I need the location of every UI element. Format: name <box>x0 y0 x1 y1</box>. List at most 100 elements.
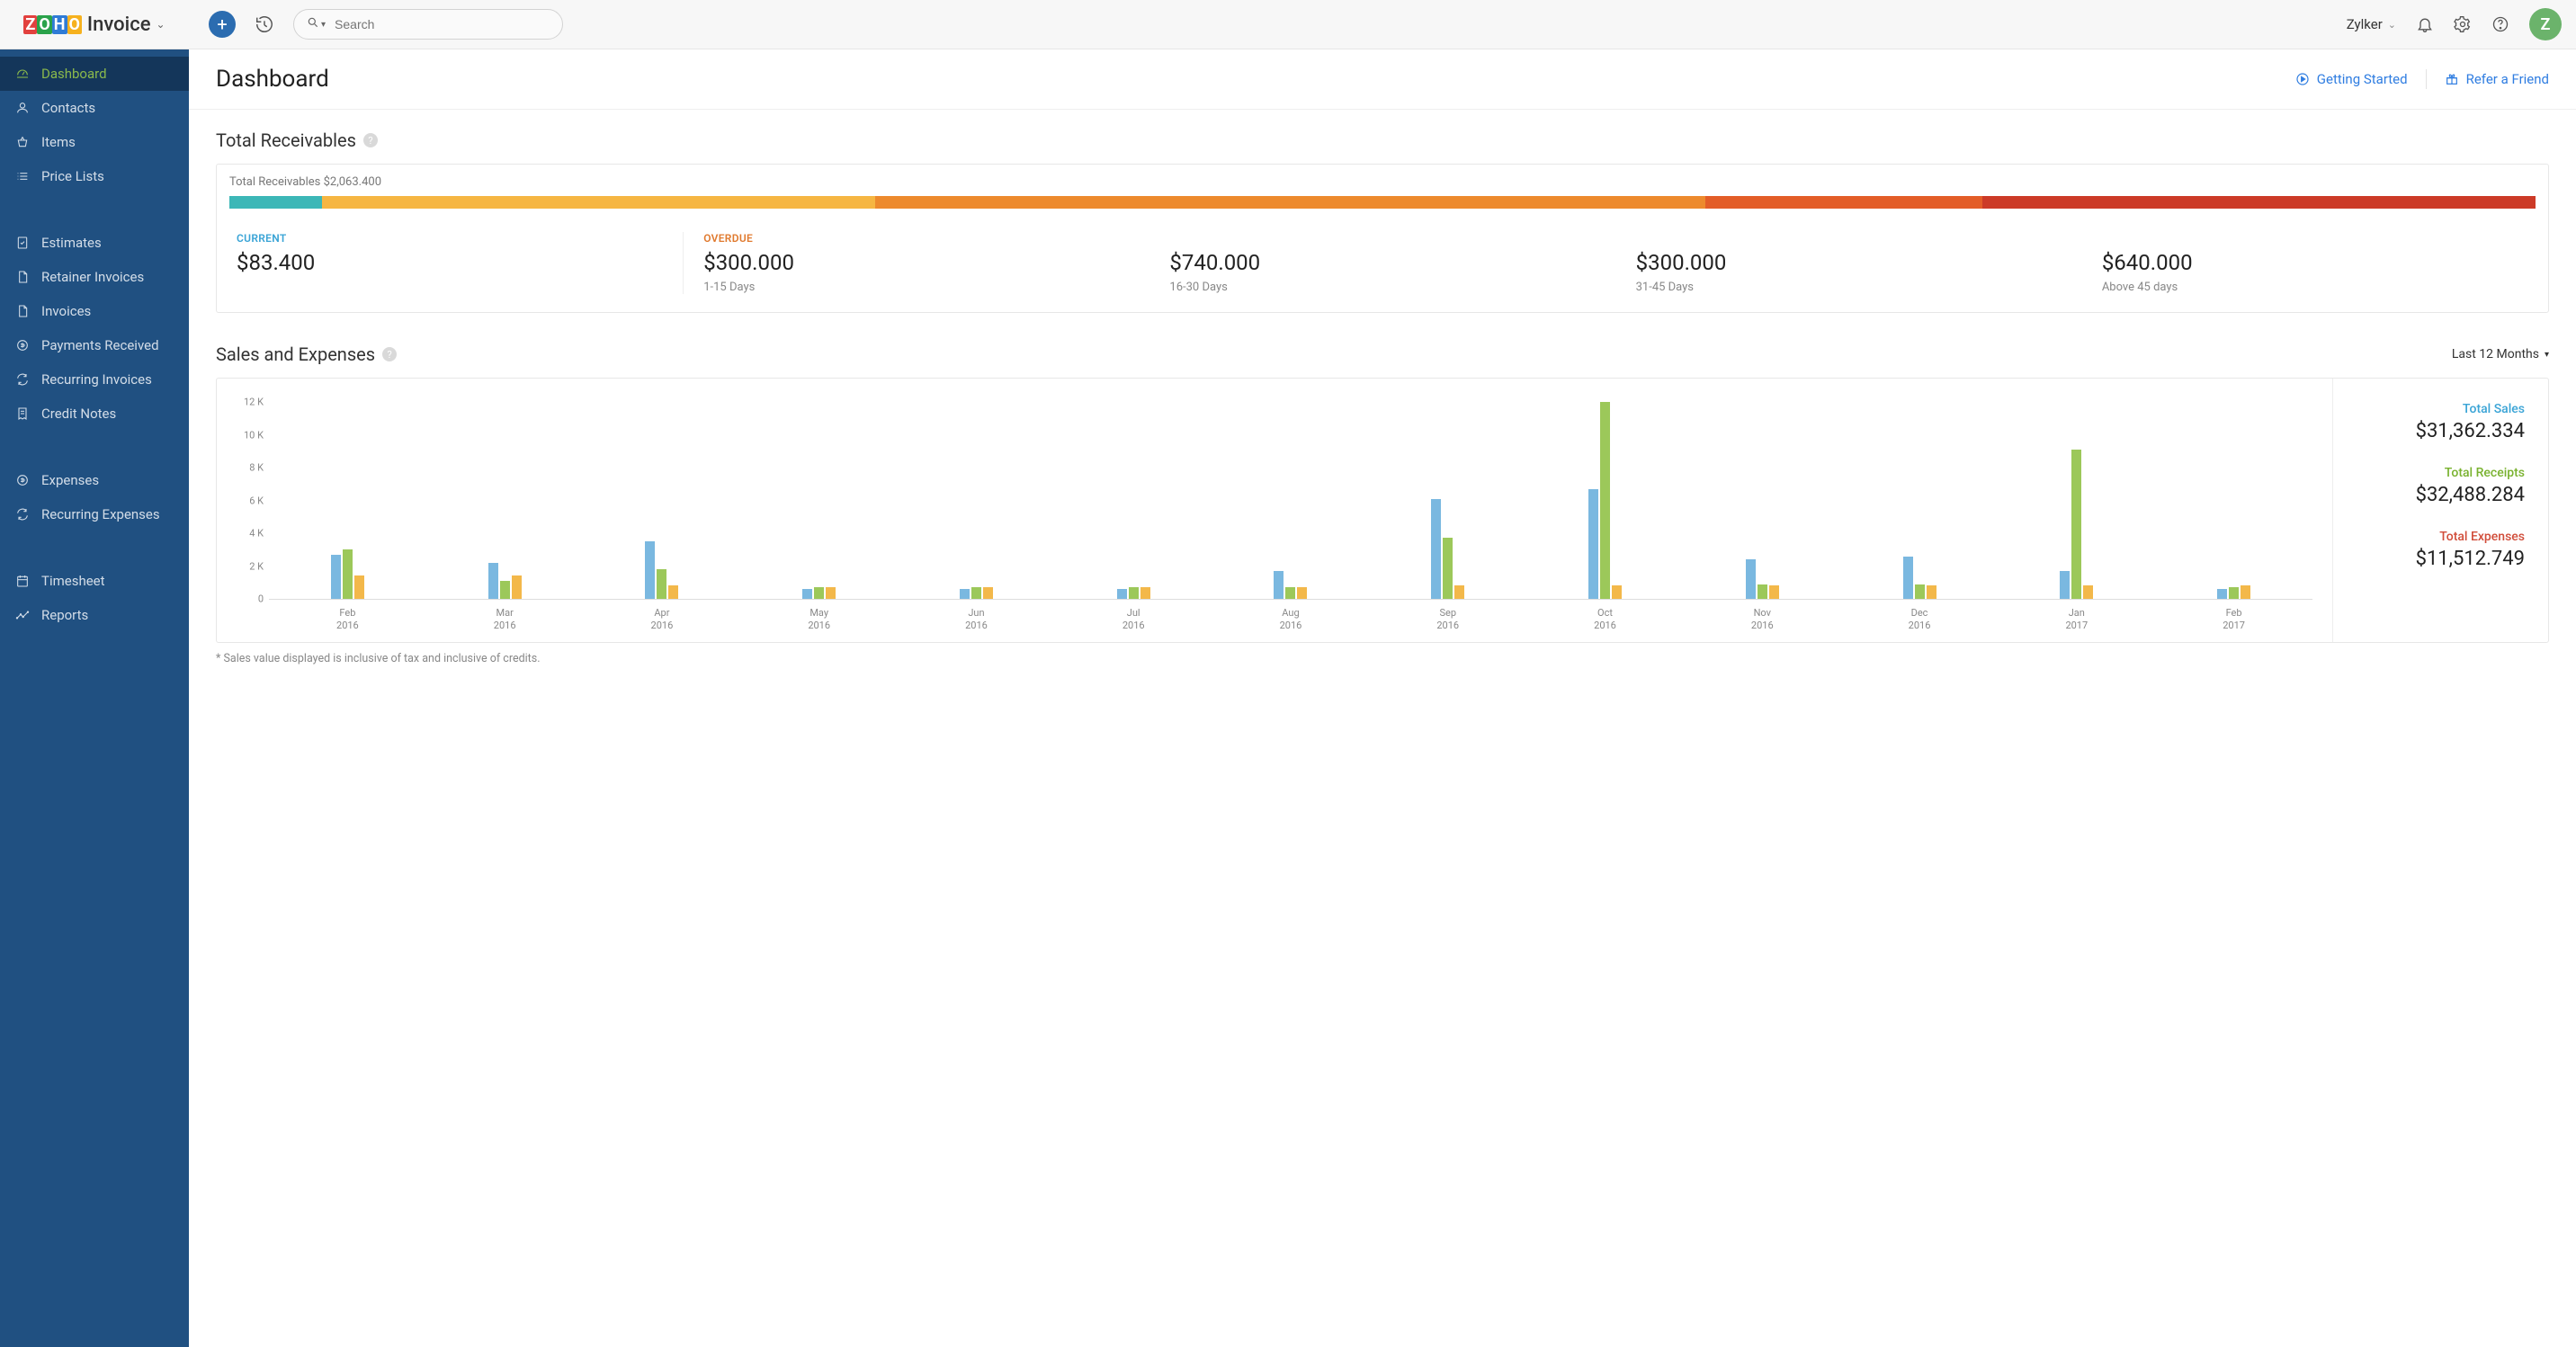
chart-bar-expenses[interactable] <box>1769 585 1779 599</box>
checkdoc-icon <box>14 236 31 250</box>
chart-bar-expenses[interactable] <box>1140 587 1150 599</box>
help-tooltip-icon[interactable]: ? <box>382 347 397 361</box>
date-range-label: Last 12 Months <box>2452 347 2539 361</box>
sidebar-item-label: Items <box>41 134 76 150</box>
chart-bar-sales[interactable] <box>802 589 812 599</box>
chart-bar-expenses[interactable] <box>1297 587 1307 599</box>
chart-bar-sales[interactable] <box>1746 559 1756 599</box>
gift-icon <box>2445 72 2459 86</box>
date-range-selector[interactable]: Last 12 Months ▾ <box>2452 347 2549 361</box>
sidebar-item-items[interactable]: Items <box>0 125 189 159</box>
chart-bar-expenses[interactable] <box>354 575 364 599</box>
chart-bar-expenses[interactable] <box>1927 585 1936 599</box>
sidebar: Dashboard Contacts Items Price Lists Est… <box>0 49 189 1347</box>
chart-bar-receipts[interactable] <box>1758 584 1767 599</box>
sidebar-item-credit[interactable]: Credit Notes <box>0 397 189 431</box>
chart-bar-sales[interactable] <box>2060 571 2070 599</box>
chart-bar-expenses[interactable] <box>512 575 522 599</box>
divider <box>2426 69 2427 89</box>
chart-bar-sales[interactable] <box>1903 557 1913 599</box>
chart-bar-receipts[interactable] <box>500 581 510 599</box>
x-axis-label: Dec2016 <box>1841 607 1999 633</box>
sidebar-item-timesheet[interactable]: Timesheet <box>0 564 189 598</box>
chart-bar-sales[interactable] <box>1431 499 1441 599</box>
chart-bar-expenses[interactable] <box>2241 585 2250 599</box>
sales-footnote: * Sales value displayed is inclusive of … <box>216 652 2549 665</box>
sidebar-item-dashboard[interactable]: Dashboard <box>0 57 189 91</box>
sidebar-item-recurring-exp[interactable]: Recurring Expenses <box>0 497 189 531</box>
chart-bar-expenses[interactable] <box>1612 585 1622 599</box>
sidebar-item-invoices[interactable]: Invoices <box>0 294 189 328</box>
sidebar-item-label: Credit Notes <box>41 406 116 422</box>
refer-friend-link[interactable]: Refer a Friend <box>2445 71 2549 87</box>
sidebar-item-payments[interactable]: Payments Received <box>0 328 189 362</box>
x-axis-label: May2016 <box>740 607 898 633</box>
current-label: CURRENT <box>237 232 663 245</box>
y-axis-tick: 12 K <box>233 397 264 408</box>
chart-bar-sales[interactable] <box>1117 589 1127 599</box>
brand-switcher[interactable]: ZOHO Invoice ⌄ <box>0 0 189 49</box>
doc-icon <box>14 304 31 318</box>
sidebar-item-expenses[interactable]: Expenses <box>0 463 189 497</box>
chart-bar-receipts[interactable] <box>1285 587 1295 599</box>
chart-bar-receipts[interactable] <box>814 587 824 599</box>
org-switcher[interactable]: Zylker ⌄ <box>2347 16 2396 32</box>
help-button[interactable] <box>2491 15 2509 33</box>
y-axis-tick: 8 K <box>233 462 264 474</box>
list-icon <box>14 169 31 183</box>
org-name: Zylker <box>2347 16 2383 32</box>
chart-bar-sales[interactable] <box>331 555 341 599</box>
chart-bar-expenses[interactable] <box>1454 585 1464 599</box>
chart-bar-receipts[interactable] <box>1600 402 1610 599</box>
trend-icon <box>14 608 31 622</box>
chart-bar-receipts[interactable] <box>971 587 981 599</box>
sidebar-item-retainer[interactable]: Retainer Invoices <box>0 260 189 294</box>
chart-bar-sales[interactable] <box>1588 489 1598 599</box>
search-scope-caret[interactable]: ▾ <box>321 20 326 30</box>
search-input[interactable] <box>335 17 550 31</box>
quick-create-button[interactable]: + <box>209 11 236 38</box>
global-search[interactable]: ▾ <box>293 9 563 40</box>
chart-bar-expenses[interactable] <box>2083 585 2093 599</box>
chart-bar-receipts[interactable] <box>343 549 353 599</box>
bucket-range: Above 45 days <box>2102 281 2528 294</box>
receivables-overdue-bucket: OVERDUE$300.000 1-15 Days <box>684 232 1149 294</box>
chart-bar-sales[interactable] <box>960 589 970 599</box>
sidebar-item-recurring-inv[interactable]: Recurring Invoices <box>0 362 189 397</box>
recur-icon <box>14 372 31 387</box>
notifications-button[interactable] <box>2416 15 2434 33</box>
sidebar-item-pricelists[interactable]: Price Lists <box>0 159 189 193</box>
chart-bar-receipts[interactable] <box>1915 584 1925 599</box>
sidebar-item-label: Invoices <box>41 303 91 319</box>
user-avatar[interactable]: Z <box>2529 8 2562 40</box>
x-axis-label: Feb2017 <box>2155 607 2312 633</box>
chart-bar-sales[interactable] <box>2217 589 2227 599</box>
receivables-overdue-bucket: .$640.000 Above 45 days <box>2082 232 2548 294</box>
sales-header: Sales and Expenses ? Last 12 Months ▾ <box>216 343 2549 365</box>
help-tooltip-icon[interactable]: ? <box>363 133 378 147</box>
sidebar-item-reports[interactable]: Reports <box>0 598 189 632</box>
sidebar-item-estimates[interactable]: Estimates <box>0 226 189 260</box>
chart-bar-receipts[interactable] <box>2071 450 2081 599</box>
y-axis-tick: 2 K <box>233 560 264 572</box>
plus-icon: + <box>217 13 227 35</box>
chart-bar-receipts[interactable] <box>1129 587 1139 599</box>
recent-history-button[interactable] <box>252 12 277 37</box>
chart-bar-expenses[interactable] <box>826 587 836 599</box>
receivables-segment <box>1982 196 2536 209</box>
receivables-current: CURRENT $83.400 <box>217 232 684 294</box>
chart-bar-receipts[interactable] <box>1443 538 1453 599</box>
settings-button[interactable] <box>2454 15 2472 33</box>
chart-bar-sales[interactable] <box>1274 571 1284 599</box>
sidebar-item-contacts[interactable]: Contacts <box>0 91 189 125</box>
chart-bar-receipts[interactable] <box>2229 587 2239 599</box>
receivables-overdue-bucket: .$740.000 16-30 Days <box>1149 232 1615 294</box>
sidebar-item-label: Payments Received <box>41 337 159 353</box>
chart-bar-expenses[interactable] <box>983 587 993 599</box>
chart-bar-expenses[interactable] <box>668 585 678 599</box>
getting-started-link[interactable]: Getting Started <box>2295 71 2408 87</box>
chart-bar-sales[interactable] <box>645 541 655 599</box>
chart-bar-receipts[interactable] <box>657 569 666 599</box>
chart-bar-sales[interactable] <box>488 563 498 599</box>
doc-icon <box>14 270 31 284</box>
